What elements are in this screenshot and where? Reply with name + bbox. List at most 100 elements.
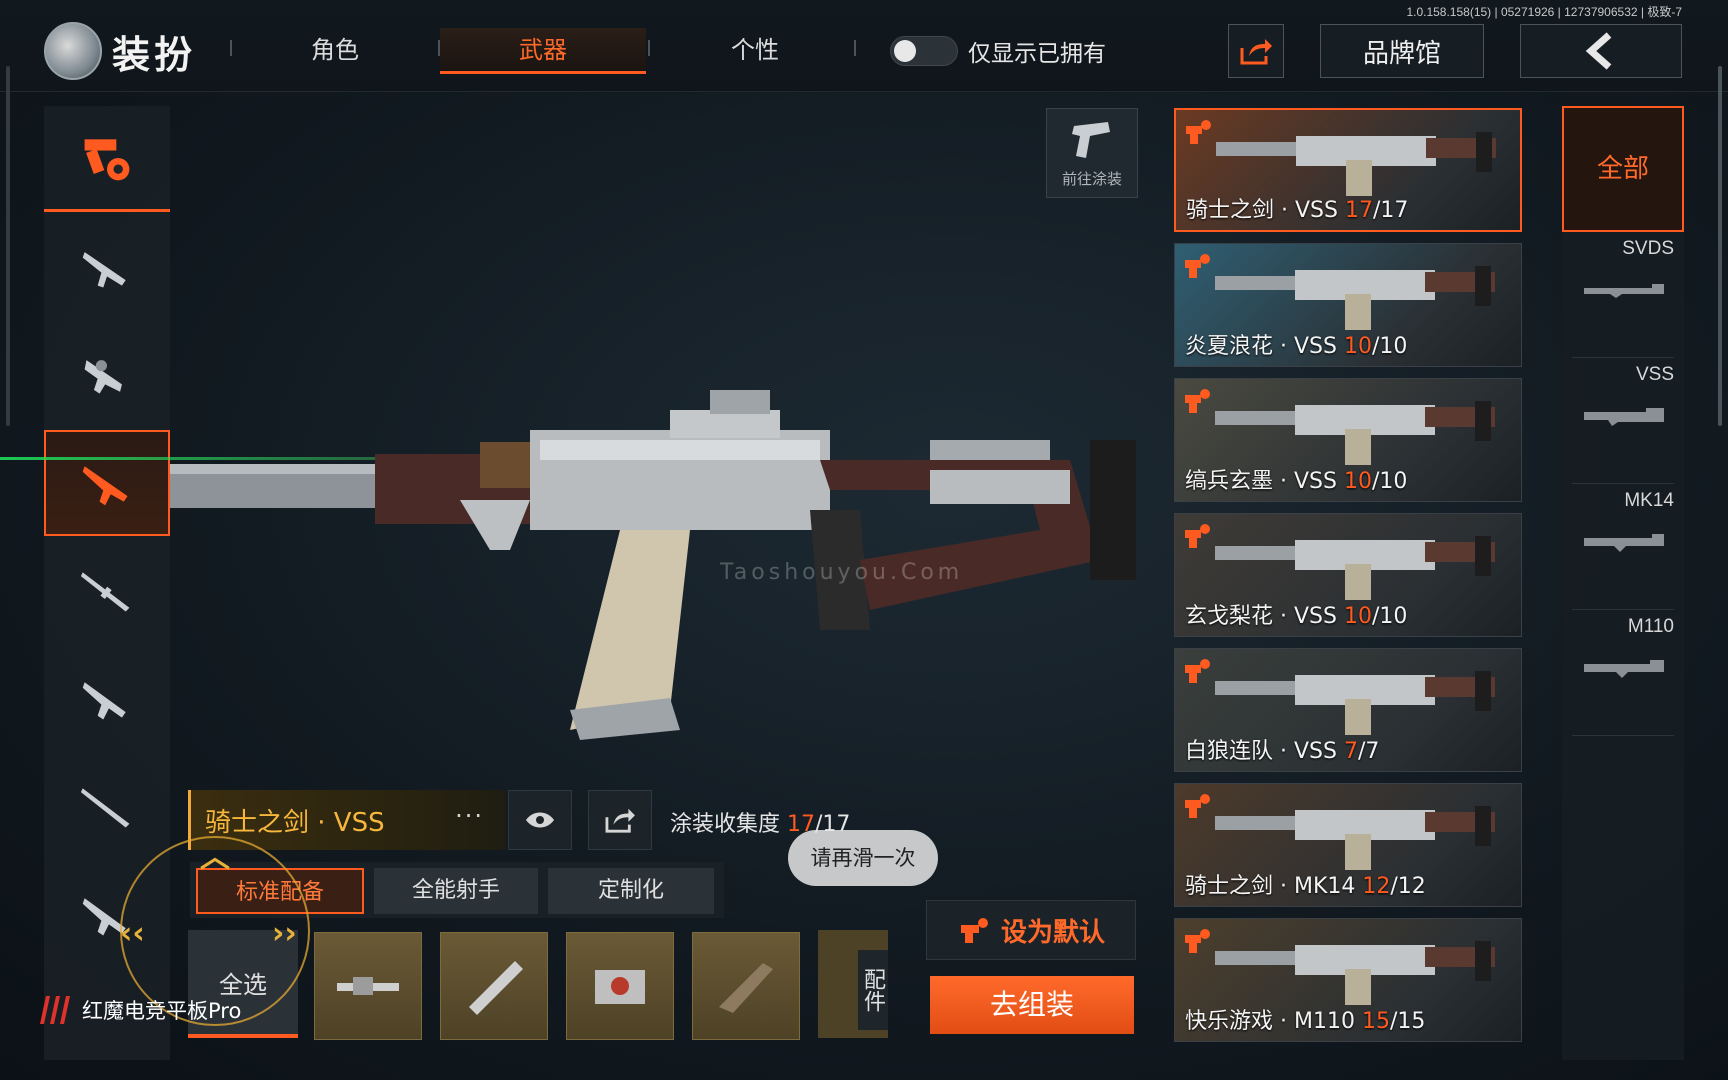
filter-label: MK14	[1624, 490, 1674, 511]
weapon-model-list: 全部 SVDS VSS MK14 M110	[1562, 106, 1684, 1060]
stock-attachment-icon	[719, 963, 773, 1013]
spray-tag-icon	[1185, 389, 1210, 413]
skin-label: 炎夏浪花 · VSS 10/10	[1185, 328, 1407, 360]
watermark-text: Taoshouyou.Com	[720, 560, 964, 585]
skin-card[interactable]: 骑士之剑 · MK14 12/12	[1174, 783, 1522, 907]
share-button[interactable]	[1228, 24, 1284, 78]
share-icon	[605, 808, 635, 833]
brand-text: 红魔电竞平板Pro	[82, 999, 242, 1023]
tab-personality[interactable]: 个性	[700, 28, 810, 74]
skin-card[interactable]: 炎夏浪花 · VSS 10/10	[1174, 243, 1522, 367]
preview-button[interactable]	[508, 790, 572, 850]
skin-weapon-image	[1215, 266, 1495, 330]
attachment-slot-stock[interactable]	[692, 932, 800, 1040]
back-arrow-icon	[1585, 32, 1612, 70]
marksman-rifle-icon	[82, 466, 128, 506]
collection-label: 涂装收集度	[670, 812, 781, 837]
m110-icon	[1584, 660, 1664, 678]
skin-label: 快乐游戏 · M110 15/15	[1185, 1003, 1425, 1035]
filter-label: SVDS	[1622, 238, 1674, 259]
vss-icon	[1584, 408, 1664, 426]
skin-name: 快乐游戏 · M110	[1185, 1009, 1362, 1034]
skin-weapon-image	[1216, 132, 1496, 196]
skin-total: /12	[1390, 874, 1426, 899]
right-scrollbar[interactable]	[1718, 66, 1722, 426]
skin-name: 白狼连队 · VSS	[1185, 739, 1344, 764]
category-smg[interactable]	[44, 322, 170, 428]
skin-card[interactable]: 快乐游戏 · M110 15/15	[1174, 918, 1522, 1042]
filter-vss[interactable]: VSS	[1572, 358, 1674, 484]
spray-tag-icon	[1185, 794, 1210, 818]
tab-customized[interactable]: 定制化	[548, 868, 714, 914]
skin-label: 骑士之剑 · VSS 17/17	[1186, 192, 1408, 224]
filter-svds[interactable]: SVDS	[1572, 232, 1674, 358]
share-icon	[1240, 39, 1272, 65]
spray-tag-icon	[1185, 524, 1210, 548]
category-sniper-rifle[interactable]	[44, 538, 170, 644]
skin-card[interactable]: 玄戈梨花 · VSS 10/10	[1174, 513, 1522, 637]
skin-owned: 12	[1362, 874, 1391, 899]
skin-card[interactable]: 白狼连队 · VSS 7/7	[1174, 648, 1522, 772]
set-default-button[interactable]: 设为默认	[926, 900, 1136, 960]
back-button[interactable]	[1520, 24, 1682, 78]
filter-label: VSS	[1635, 364, 1674, 385]
more-button[interactable]: ···	[455, 802, 484, 830]
category-assault-rifle[interactable]	[44, 214, 170, 320]
skin-name: 骑士之剑 · VSS	[1186, 198, 1345, 223]
skin-weapon-image	[1215, 941, 1495, 1005]
eye-icon	[526, 812, 554, 828]
filter-label: M110	[1627, 616, 1674, 637]
weapon-share-button[interactable]	[588, 790, 652, 850]
bolt-rifle-icon	[80, 788, 130, 828]
tab-weapon[interactable]: 武器	[440, 28, 646, 74]
paint-gun-icon	[1072, 122, 1110, 158]
skin-name: 骑士之剑 · MK14	[1185, 874, 1363, 899]
skin-total: /15	[1389, 1009, 1426, 1034]
spray-icon	[960, 918, 988, 943]
category-bolt-rifle[interactable]	[44, 754, 170, 860]
skin-owned: 7	[1343, 739, 1358, 764]
paint-spray-icon	[84, 138, 130, 180]
divider	[648, 40, 650, 56]
attachment-slot-sight[interactable]	[566, 932, 674, 1040]
spray-tag-icon	[1185, 254, 1210, 278]
skin-weapon-image	[1215, 671, 1495, 735]
skin-total: /10	[1371, 469, 1408, 494]
category-paint[interactable]	[44, 106, 170, 212]
goto-paint-button[interactable]: 前往涂装	[1046, 108, 1138, 198]
skin-weapon-image	[1215, 401, 1495, 465]
tab-character[interactable]: 角色	[280, 28, 390, 74]
swipe-hint-toast: 请再滑一次	[788, 830, 938, 886]
weapon-preview-image[interactable]	[170, 380, 1160, 750]
filter-mk14[interactable]: MK14	[1572, 484, 1674, 610]
red-dot-sight-icon	[595, 970, 645, 1004]
divider	[854, 40, 856, 56]
sniper-rifle-icon	[80, 572, 130, 612]
filter-all[interactable]: 全部	[1562, 106, 1684, 232]
skin-owned: 10	[1343, 334, 1372, 359]
brand-hall-button[interactable]: 品牌馆	[1320, 24, 1484, 78]
left-scrollbar[interactable]	[6, 66, 10, 426]
skin-owned: 10	[1343, 604, 1372, 629]
chevron-up-icon: ︿	[200, 840, 230, 875]
skin-label: 骑士之剑 · MK14 12/12	[1185, 868, 1426, 900]
skin-card[interactable]: 骑士之剑 · VSS 17/17	[1174, 108, 1522, 232]
skin-name: 缟兵玄墨 · VSS	[1185, 469, 1344, 494]
category-marksman-rifle[interactable]	[44, 430, 170, 536]
skin-card[interactable]: 缟兵玄墨 · VSS 10/10	[1174, 378, 1522, 502]
divider	[230, 40, 232, 56]
attachment-slot-grip[interactable]	[440, 932, 548, 1040]
attachment-slot-partial[interactable]: 配件	[818, 930, 888, 1038]
spray-tag-icon	[1185, 659, 1210, 683]
globe-logo-icon	[44, 22, 102, 80]
category-rifle[interactable]	[44, 646, 170, 752]
set-default-label: 设为默认	[1000, 917, 1105, 948]
skin-label: 玄戈梨花 · VSS 10/10	[1185, 598, 1407, 630]
attachment-slot-scope[interactable]	[314, 932, 422, 1040]
owned-only-toggle[interactable]	[890, 36, 958, 66]
mk14-icon	[1584, 534, 1664, 552]
skin-total: /10	[1371, 334, 1408, 359]
tab-allround-shooter[interactable]: 全能射手	[374, 868, 538, 914]
assemble-button[interactable]: 去组装	[930, 976, 1134, 1034]
filter-m110[interactable]: M110	[1572, 610, 1674, 736]
